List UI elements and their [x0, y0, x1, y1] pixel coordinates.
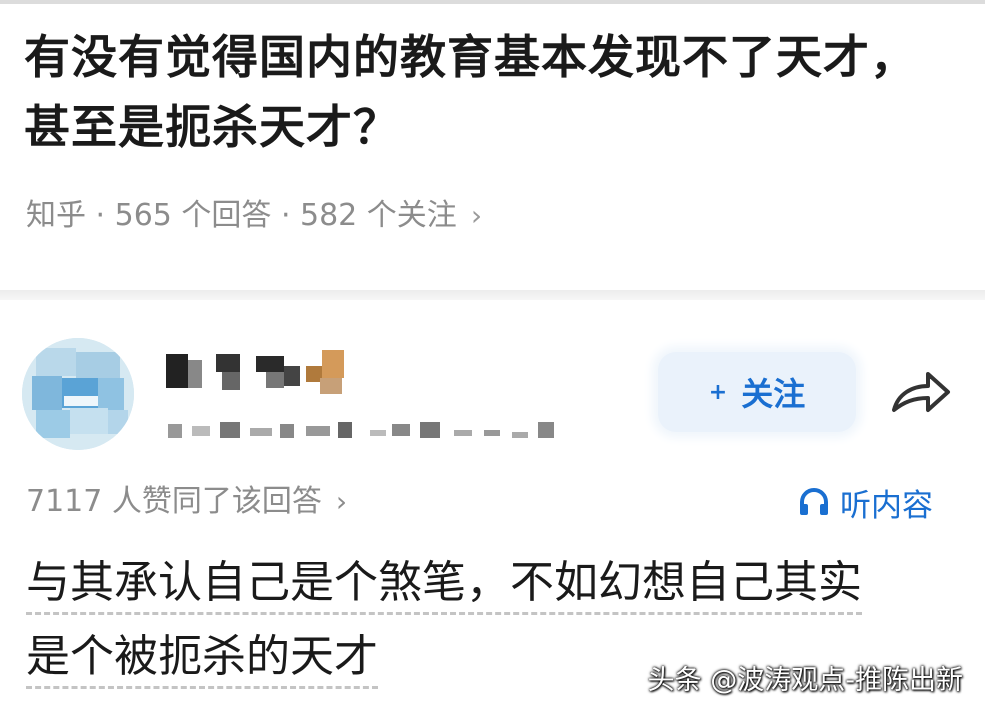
likes-text: 7117 人赞同了该回答: [26, 484, 322, 519]
author-bio-redacted: [162, 418, 562, 444]
question-card[interactable]: 有没有觉得国内的教育基本发现不了天才，甚至是扼杀天才？ 知乎 · 565 个回答…: [0, 4, 985, 290]
question-meta-text: 知乎 · 565 个回答 · 582 个关注: [26, 198, 457, 233]
listen-label: 听内容: [840, 487, 933, 524]
follow-button-label: 关注: [741, 375, 806, 413]
answer-card: + 关注 7117 人赞同了该回答 › 听内容 与其承认自己是个煞笔，不如幻想自己…: [0, 300, 985, 712]
follow-button[interactable]: + 关注: [658, 352, 856, 432]
question-meta[interactable]: 知乎 · 565 个回答 · 582 个关注 ›: [26, 196, 482, 236]
chevron-right-icon: ›: [470, 199, 483, 232]
plus-icon: +: [708, 379, 728, 405]
headphones-icon: [800, 488, 828, 515]
answer-line-1: 与其承认自己是个煞笔，不如幻想自己其实: [26, 557, 862, 615]
share-arrow-icon[interactable]: [888, 366, 952, 418]
avatar[interactable]: [22, 338, 134, 450]
source-watermark: 头条 @波涛观点-推陈出新: [647, 665, 963, 696]
answer-line-2: 是个被扼杀的天才: [26, 631, 378, 689]
question-title[interactable]: 有没有觉得国内的教育基本发现不了天才，甚至是扼杀天才？: [24, 22, 959, 162]
author-name-redacted[interactable]: [162, 350, 362, 396]
section-divider: [0, 290, 985, 300]
listen-button[interactable]: 听内容: [798, 480, 933, 524]
likes-count[interactable]: 7117 人赞同了该回答 ›: [26, 482, 347, 522]
chevron-right-icon: ›: [335, 485, 348, 518]
